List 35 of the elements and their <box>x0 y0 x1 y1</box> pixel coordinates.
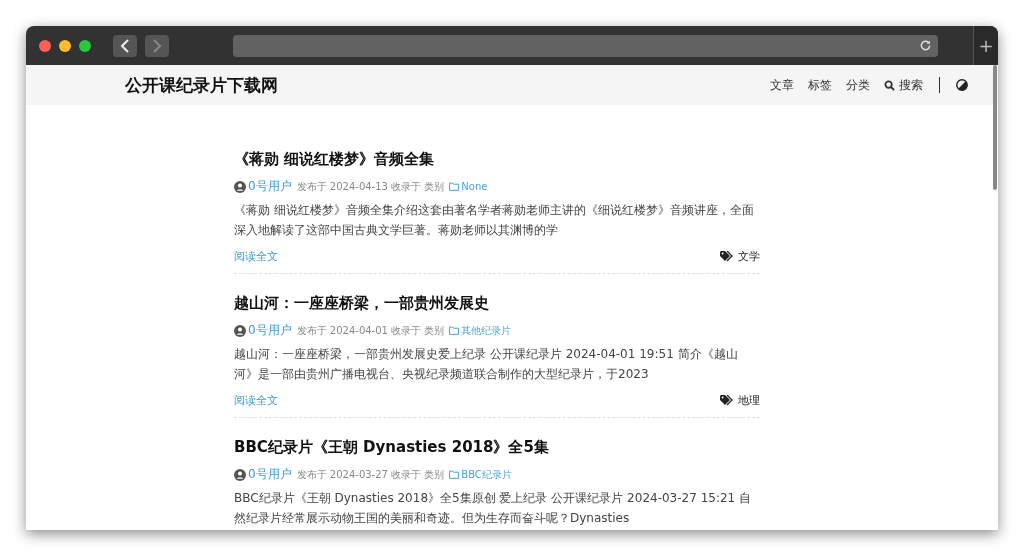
theme-toggle-icon[interactable] <box>956 79 968 91</box>
scrollbar-thumb[interactable] <box>993 65 997 190</box>
site-title[interactable]: 公开课纪录片下载网 <box>125 73 278 97</box>
nav-link[interactable]: 文章 <box>770 76 794 94</box>
post-meta: 发布于 2024-04-13 收录于 类别 <box>296 179 445 194</box>
maximize-button[interactable] <box>79 39 91 52</box>
post-meta: 发布于 2024-03-27 收录于 类别 <box>296 467 445 482</box>
close-button[interactable] <box>39 39 51 52</box>
nav-link[interactable]: 分类 <box>846 76 870 94</box>
post-excerpt: 《蒋勋 细说红楼梦》音频全集介绍这套由著名学者蒋勋老师主讲的《细说红楼梦》音频讲座，全面深入地解读了这部中国古典文学巨著。蒋勋老师以其渊博的学 <box>234 202 755 239</box>
tag-link[interactable]: 地理 <box>738 393 760 408</box>
tag-icon <box>720 251 734 262</box>
post-excerpt: 越山河：一座座桥梁，一部贵州发展史爱上纪录 公开课纪录片 2024-04-01 19:51 简介《越山河》是一部由贵州广播电视台、央视纪录频道联合制作的大型纪录片，于2023 <box>234 346 739 383</box>
folder-icon <box>449 470 460 479</box>
user-icon <box>234 180 246 193</box>
chevron-right-icon <box>152 38 162 53</box>
tag-link[interactable]: 文学 <box>738 249 760 264</box>
tag-icon <box>720 395 734 406</box>
search-link[interactable]: 搜索 <box>884 76 923 94</box>
post-title[interactable]: 《蒋勋 细说红楼梦》音频全集 <box>234 148 760 170</box>
new-tab-button[interactable]: + <box>973 26 998 65</box>
search-icon <box>884 79 895 91</box>
user-icon <box>234 324 246 337</box>
reload-icon[interactable] <box>919 39 932 52</box>
folder-icon <box>449 326 460 335</box>
post-excerpt: BBC纪录片《王朝 Dynasties 2018》全5集原创 爱上纪录 公开课纪录片 2024-03-27 15:21 自然纪录片经常展示动物王国的美丽和奇迹。但为生存而奋斗呢？Dynasties <box>234 490 753 527</box>
back-button[interactable] <box>113 34 137 57</box>
chevron-left-icon <box>120 38 130 53</box>
minimize-button[interactable] <box>59 39 71 52</box>
user-icon <box>234 468 246 481</box>
nav-link[interactable]: 标签 <box>808 76 832 94</box>
folder-icon <box>449 182 460 191</box>
post-title[interactable]: 越山河：一座座桥梁，一部贵州发展史 <box>234 292 760 314</box>
post-meta: 发布于 2024-04-01 收录于 类别 <box>296 323 445 338</box>
post-title[interactable]: BBC纪录片《王朝 Dynasties 2018》全5集 <box>234 436 760 458</box>
